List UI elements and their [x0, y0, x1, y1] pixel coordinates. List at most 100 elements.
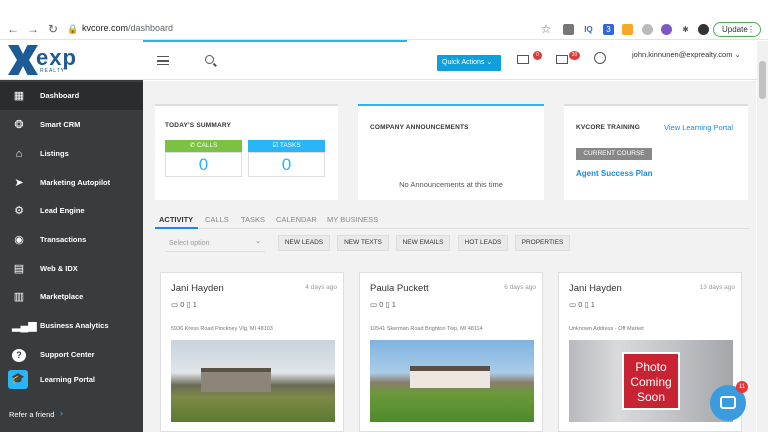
active-tab-indicator — [155, 227, 198, 229]
analytics-icon: ▂▄▆ — [12, 320, 37, 332]
profile-icon[interactable] — [698, 24, 709, 35]
sidebar-item-marketplace[interactable]: ▥ Marketplace — [0, 283, 143, 311]
announcements-title: COMPANY ANNOUNCEMENTS — [370, 124, 469, 131]
property-photo[interactable] — [370, 340, 534, 422]
web-idx-icon: ▤ — [13, 263, 25, 275]
sidebar-item-label: Smart CRM — [40, 120, 81, 129]
history-icon[interactable] — [594, 52, 606, 64]
lead-name[interactable]: Jani Hayden — [171, 283, 224, 294]
filter-new-texts-button[interactable]: NEW TEXTS — [337, 235, 389, 251]
url-path: /dashboard — [128, 23, 174, 33]
menu-icon[interactable] — [157, 56, 169, 65]
tab-tasks[interactable]: TASKS — [241, 215, 265, 224]
announcements-empty: No Announcements at this time — [399, 180, 503, 189]
iq-extension-icon[interactable]: IQ — [583, 24, 594, 35]
desktop-count: 0 — [379, 300, 384, 309]
sidebar-item-label: Marketplace — [40, 292, 84, 301]
desktop-icon: ▭ — [370, 300, 378, 309]
extension-icon[interactable] — [642, 24, 653, 35]
puzzle-icon[interactable]: ✱ — [680, 24, 691, 35]
activity-filter-select[interactable]: Select option — [165, 234, 265, 252]
home-icon: ⌂ — [15, 148, 23, 160]
sidebar-item-label: Learning Portal — [40, 375, 96, 384]
tab-calls[interactable]: CALLS — [205, 215, 229, 224]
sidebar-item-web-idx[interactable]: ▤ Web & IDX — [0, 255, 143, 283]
sidebar-item-label: Business Analytics — [40, 321, 109, 330]
sidebar-item-listings[interactable]: ⌂ Listings — [0, 140, 143, 168]
sidebar-item-label: Marketing Autopilot — [40, 178, 111, 187]
extension-icon[interactable] — [661, 24, 672, 35]
filter-properties-button[interactable]: PROPERTIES — [515, 235, 570, 251]
quick-actions-label: Quick Actions — [442, 59, 485, 66]
sidebar-item-lead-engine[interactable]: ⚙ Lead Engine — [0, 197, 143, 225]
lead-name[interactable]: Jani Hayden — [569, 283, 622, 294]
extension-badge-icon[interactable]: 3 — [603, 24, 614, 35]
bookmark-star-icon[interactable]: ☆ — [539, 22, 553, 36]
crm-icon: ❂ — [14, 119, 24, 131]
sidebar-item-label: Dashboard — [40, 91, 80, 100]
sidebar-item-label: Transactions — [40, 235, 87, 244]
sidebar-item-support-center[interactable]: ? Support Center — [0, 341, 143, 369]
chat-badge: 11 — [736, 381, 748, 393]
exp-realty-logo[interactable]: exp REALTY — [6, 43, 86, 76]
sidebar-item-smart-crm[interactable]: ❂ Smart CRM — [0, 111, 143, 139]
quick-actions-button[interactable]: Quick Actions ⌄ — [437, 55, 501, 71]
scrollbar-thumb[interactable] — [759, 61, 766, 99]
refer-a-friend-link[interactable]: Refer a friend — [9, 410, 54, 419]
house-shape — [201, 368, 271, 392]
back-icon[interactable]: ← — [6, 22, 20, 36]
page-scrollbar[interactable] — [757, 41, 768, 432]
sidebar: ▦ Dashboard ❂ Smart CRM ⌂ Listings ➤ Mar… — [0, 80, 143, 432]
lead-device-counts: ▭ 0 ▯ 1 — [569, 300, 595, 309]
sidebar-item-business-analytics[interactable]: ▂▄▆ Business Analytics — [0, 312, 143, 340]
address-bar[interactable]: kvcore.com/dashboard — [82, 23, 173, 33]
view-learning-portal-link[interactable]: View Learning Portal — [664, 123, 733, 132]
current-course-badge: CURRENT COURSE — [576, 148, 652, 160]
sidebar-item-dashboard[interactable]: ▦ Dashboard — [0, 82, 143, 110]
user-menu[interactable]: john.kinnunen@exprealty.com ⌄ — [632, 50, 741, 59]
mail-icon[interactable] — [517, 55, 529, 64]
lead-engine-icon: ⚙ — [14, 205, 24, 217]
sidebar-item-transactions[interactable]: ◉ Transactions — [0, 226, 143, 254]
filter-new-leads-button[interactable]: NEW LEADS — [278, 235, 330, 251]
browser-toolbar: ← → ↻ 🔒 kvcore.com/dashboard ☆ IQ 3 ✱ Up… — [0, 0, 768, 40]
extension-icon[interactable] — [563, 24, 574, 35]
tasks-icon[interactable] — [556, 55, 568, 64]
filter-new-emails-button[interactable]: NEW EMAILS — [396, 235, 450, 251]
reload-icon[interactable]: ↻ — [46, 22, 60, 36]
learning-icon: 🎓 — [8, 370, 28, 389]
tab-calendar[interactable]: CALENDAR — [276, 215, 317, 224]
lead-card[interactable]: Paula Puckett 6 days ago ▭ 0 ▯ 1 10541 S… — [359, 272, 543, 432]
app-header: exp REALTY — [0, 40, 768, 80]
sidebar-item-label: Listings — [40, 149, 69, 158]
transactions-icon: ◉ — [14, 234, 24, 246]
tasks-count[interactable]: 0 — [248, 152, 325, 177]
mobile-count: 1 — [391, 300, 396, 309]
calls-count[interactable]: 0 — [165, 152, 242, 177]
property-photo[interactable] — [171, 340, 335, 422]
chat-icon — [720, 396, 736, 409]
lead-card[interactable]: Jani Hayden 4 days ago ▭ 0 ▯ 1 5936 Kres… — [160, 272, 344, 432]
lead-time: 4 days ago — [305, 284, 337, 291]
photo-coming-soon-badge: Photo Coming Soon — [622, 352, 680, 410]
company-announcements-card: COMPANY ANNOUNCEMENTS No Announcements a… — [358, 104, 544, 200]
tab-divider — [155, 228, 750, 229]
filter-hot-leads-button[interactable]: HOT LEADS — [458, 235, 508, 251]
tasks-header: ☑ TASKS — [248, 140, 325, 152]
tab-activity[interactable]: ACTIVITY — [159, 215, 193, 224]
sidebar-item-marketing-autopilot[interactable]: ➤ Marketing Autopilot — [0, 169, 143, 197]
marketplace-icon: ▥ — [13, 291, 25, 303]
lead-address: Unknown Address - Off Market — [569, 326, 644, 332]
tab-my-business[interactable]: MY BUSINESS — [327, 215, 378, 224]
lead-name[interactable]: Paula Puckett — [370, 283, 429, 294]
course-link[interactable]: Agent Success Plan — [576, 169, 652, 178]
sidebar-item-learning-portal[interactable]: 🎓 Learning Portal — [0, 366, 143, 394]
forward-icon[interactable]: → — [26, 22, 40, 36]
lead-time: 13 days ago — [699, 284, 735, 291]
update-button[interactable]: Update — [713, 22, 761, 37]
search-icon[interactable] — [205, 55, 214, 64]
desktop-icon: ▭ — [171, 300, 179, 309]
extension-icon[interactable] — [622, 24, 633, 35]
mobile-icon: ▯ — [186, 300, 191, 309]
tasks-badge: 20 — [569, 51, 580, 60]
